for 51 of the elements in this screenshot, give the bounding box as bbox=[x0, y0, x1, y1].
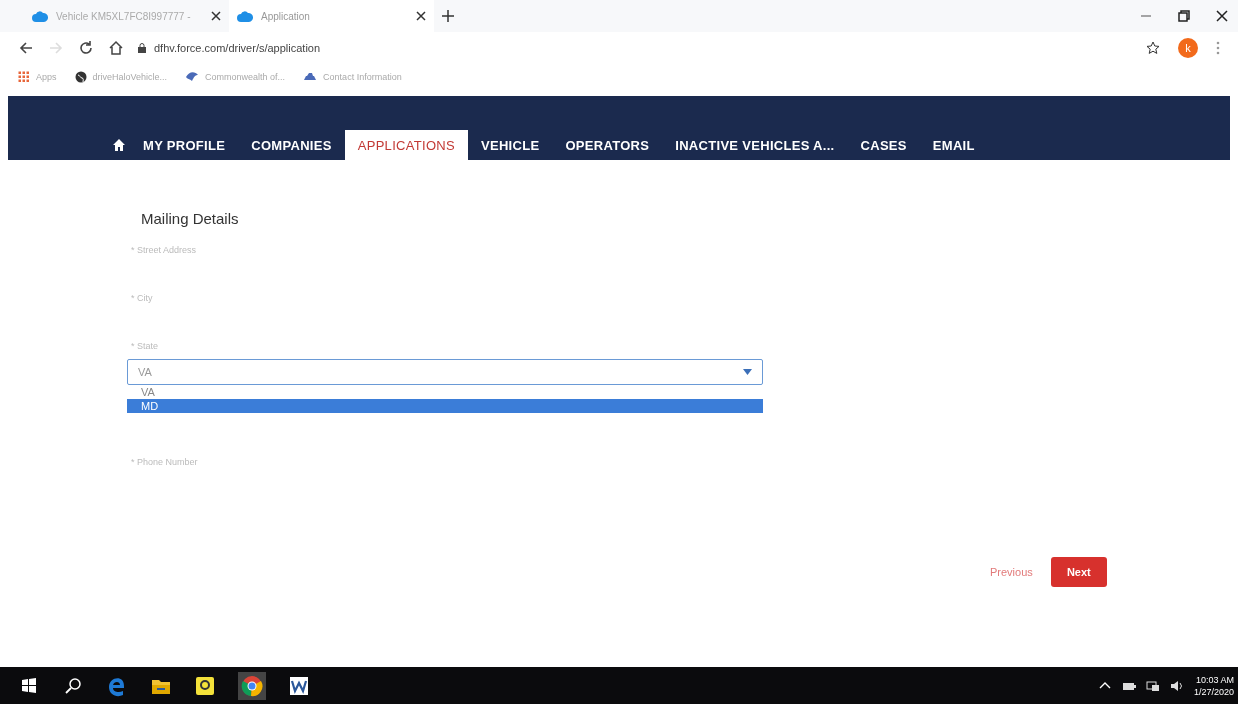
nav-tab[interactable]: OPERATORS bbox=[552, 130, 663, 160]
home-icon[interactable] bbox=[108, 40, 124, 56]
caret-icon bbox=[743, 369, 752, 375]
bird-icon bbox=[185, 71, 200, 83]
nav-tab[interactable]: VEHICLE bbox=[467, 130, 553, 160]
next-button[interactable]: Next bbox=[1050, 557, 1107, 587]
restore-icon[interactable] bbox=[1178, 10, 1190, 22]
speaker-icon[interactable] bbox=[1169, 679, 1184, 692]
chrome-icon[interactable] bbox=[238, 671, 266, 700]
browser-tab[interactable]: Application bbox=[229, 0, 434, 32]
state-dropdown[interactable]: VA bbox=[127, 359, 763, 385]
cloud-icon bbox=[237, 10, 253, 22]
close-icon[interactable] bbox=[416, 11, 426, 21]
document-icon[interactable] bbox=[288, 674, 310, 697]
network-icon[interactable] bbox=[1145, 679, 1160, 692]
close-icon[interactable] bbox=[211, 11, 221, 21]
bookmark-link[interactable]: Apps bbox=[36, 72, 57, 82]
cloud-icon bbox=[32, 10, 48, 22]
close-icon[interactable] bbox=[1216, 10, 1228, 22]
lock-icon bbox=[138, 43, 146, 53]
new-tab-icon[interactable] bbox=[442, 10, 454, 22]
nav-tab[interactable]: MY PROFILE bbox=[130, 130, 239, 160]
menu-icon[interactable] bbox=[1216, 41, 1220, 55]
apps-grid-icon bbox=[18, 71, 30, 83]
nav-tab[interactable]: APPLICATIONS bbox=[344, 130, 468, 160]
bookmark-link[interactable]: Contact Information bbox=[323, 72, 402, 82]
section-title: Mailing Details bbox=[140, 210, 240, 227]
nav-tab[interactable]: CASES bbox=[847, 130, 920, 160]
nav-tab[interactable]: INACTIVE VEHICLES A... bbox=[662, 130, 848, 160]
globe-icon bbox=[74, 71, 87, 83]
clock-time[interactable]: 10:03 AM bbox=[1195, 673, 1234, 686]
bookmark-link[interactable]: Commonwealth of... bbox=[205, 72, 286, 82]
note-icon[interactable] bbox=[194, 674, 216, 697]
previous-button[interactable]: Previous bbox=[990, 566, 1033, 578]
url-text[interactable]: dfhv.force.com/driver/s/application bbox=[154, 42, 321, 54]
home-icon[interactable] bbox=[112, 138, 126, 152]
profile-avatar[interactable]: k bbox=[1178, 38, 1198, 58]
car-icon bbox=[303, 71, 318, 83]
dropdown-option[interactable]: MD bbox=[127, 399, 763, 413]
clock-date[interactable]: 1/27/2020 bbox=[1193, 685, 1234, 698]
star-icon[interactable] bbox=[1146, 41, 1160, 55]
field-label: * Street Address bbox=[130, 245, 198, 255]
field-label: * State bbox=[130, 341, 160, 351]
nav-tab[interactable]: EMAIL bbox=[919, 130, 988, 160]
back-icon[interactable] bbox=[18, 40, 34, 56]
field-label: * Phone Number bbox=[130, 457, 199, 467]
bookmark-link[interactable]: driveHaloVehicle... bbox=[92, 72, 168, 82]
reload-icon[interactable] bbox=[78, 40, 94, 56]
dropdown-option[interactable]: VA bbox=[127, 385, 763, 399]
field-label: * City bbox=[130, 293, 154, 303]
nav-tab[interactable]: COMPANIES bbox=[238, 130, 345, 160]
